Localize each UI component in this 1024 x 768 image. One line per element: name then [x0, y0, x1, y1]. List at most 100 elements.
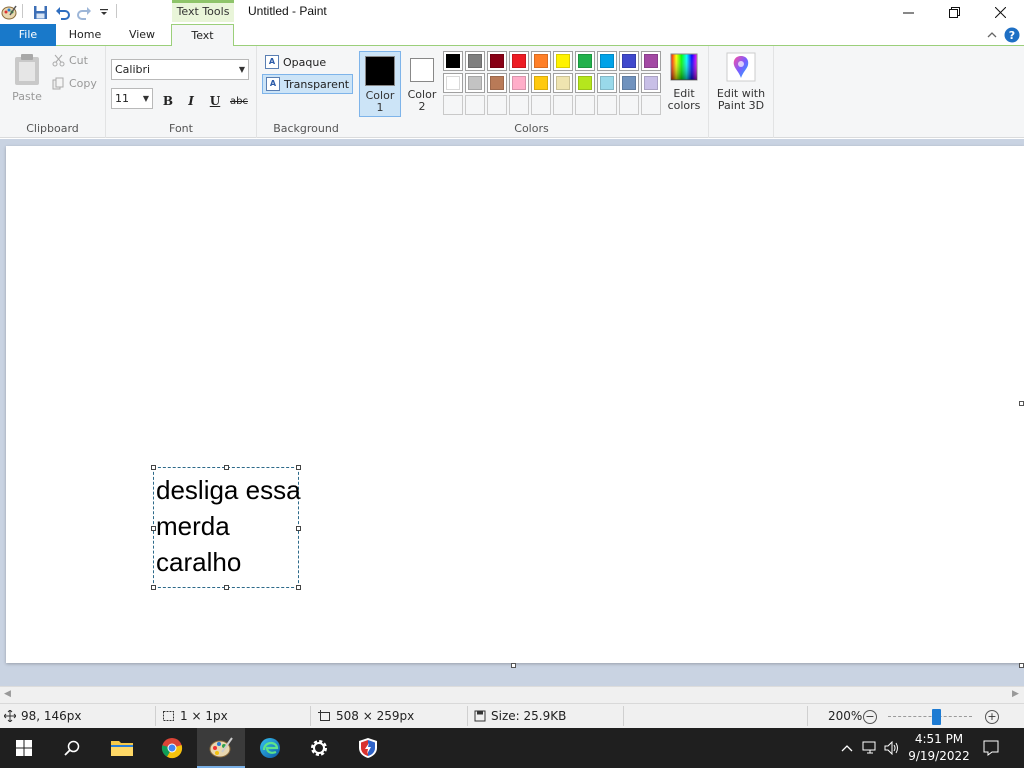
palette-swatch[interactable]	[553, 51, 573, 71]
tab-text[interactable]: Text	[171, 24, 234, 47]
taskbar-settings[interactable]	[295, 728, 343, 768]
minimize-button[interactable]	[885, 0, 931, 24]
canvas-resize-handle-corner[interactable]	[1019, 663, 1024, 668]
custom-color-slot[interactable]	[443, 95, 463, 115]
taskbar-file-explorer[interactable]	[98, 728, 146, 768]
palette-swatch[interactable]	[465, 51, 485, 71]
taskbar-paint[interactable]	[197, 728, 245, 768]
text-box-handle-top-right[interactable]	[296, 465, 301, 470]
custom-color-slot[interactable]	[641, 95, 661, 115]
horizontal-scrollbar[interactable]: ◀ ▶	[0, 686, 1024, 703]
text-box-handle-left[interactable]	[151, 526, 156, 531]
save-icon[interactable]	[31, 3, 49, 21]
palette-swatch-fill	[534, 76, 548, 90]
tab-file[interactable]: File	[0, 24, 56, 46]
copy-button[interactable]: Copy	[52, 77, 97, 90]
custom-color-slot[interactable]	[619, 95, 639, 115]
text-box[interactable]: desliga essa merda caralho	[151, 465, 301, 590]
selection-icon	[163, 711, 174, 721]
network-icon[interactable]	[862, 740, 878, 756]
palette-swatch[interactable]	[597, 73, 617, 93]
palette-swatch[interactable]	[443, 73, 463, 93]
notifications-icon[interactable]	[983, 740, 999, 756]
status-separator	[155, 706, 156, 726]
underline-button[interactable]: U	[205, 91, 225, 111]
text-box-handle-right[interactable]	[296, 526, 301, 531]
customize-qat-icon[interactable]	[95, 3, 113, 21]
paste-button[interactable]: Paste	[6, 52, 48, 103]
color2-button[interactable]: Color 2	[401, 51, 443, 117]
minimize-ribbon-icon[interactable]	[984, 27, 1000, 43]
custom-color-slot[interactable]	[597, 95, 617, 115]
canvas-resize-handle-bottom[interactable]	[511, 663, 516, 668]
help-icon[interactable]: ?	[1004, 27, 1020, 43]
zoom-slider-track[interactable]	[888, 716, 972, 717]
text-box-handle-bottom-right[interactable]	[296, 585, 301, 590]
opaque-option[interactable]: A Opaque	[262, 52, 329, 72]
file-size: Size: 25.9KB	[474, 709, 566, 723]
paint-app-icon[interactable]	[0, 3, 18, 21]
font-size-dropdown[interactable]: 11 ▼	[111, 88, 153, 109]
edit-with-paint3d-button[interactable]: Edit with Paint 3D	[713, 52, 769, 112]
palette-swatch[interactable]	[531, 51, 551, 71]
palette-swatch[interactable]	[443, 51, 463, 71]
bold-button[interactable]: B	[158, 91, 178, 111]
text-box-handle-bottom-left[interactable]	[151, 585, 156, 590]
restore-button[interactable]	[931, 0, 977, 24]
taskbar-security[interactable]	[344, 728, 392, 768]
search-button[interactable]	[48, 728, 96, 768]
zoom-slider-thumb[interactable]	[932, 709, 941, 725]
scroll-left-icon[interactable]: ◀	[4, 689, 11, 699]
custom-color-slot[interactable]	[465, 95, 485, 115]
show-hidden-icons-chevron-icon[interactable]	[839, 740, 855, 756]
canvas-resize-handle-right[interactable]	[1019, 401, 1024, 406]
palette-swatch[interactable]	[487, 73, 507, 93]
close-button[interactable]	[977, 0, 1023, 24]
palette-swatch[interactable]	[465, 73, 485, 93]
palette-swatch[interactable]	[553, 73, 573, 93]
text-box-content[interactable]: desliga essa merda caralho	[156, 472, 301, 580]
font-family-dropdown[interactable]: Calibri ▼	[111, 59, 249, 80]
palette-swatch[interactable]	[619, 51, 639, 71]
palette-swatch-fill	[622, 54, 636, 68]
palette-swatch[interactable]	[487, 51, 507, 71]
palette-swatch[interactable]	[619, 73, 639, 93]
custom-color-slot[interactable]	[531, 95, 551, 115]
custom-color-slot[interactable]	[509, 95, 529, 115]
strikethrough-button[interactable]: abc	[228, 91, 250, 111]
palette-swatch[interactable]	[509, 51, 529, 71]
color1-button[interactable]: Color 1	[359, 51, 401, 117]
scroll-right-icon[interactable]: ▶	[1012, 689, 1019, 699]
palette-swatch[interactable]	[531, 73, 551, 93]
zoom-in-button[interactable]: +	[985, 710, 999, 724]
tab-home[interactable]: Home	[58, 24, 112, 46]
custom-color-slot[interactable]	[575, 95, 595, 115]
redo-icon[interactable]	[75, 3, 93, 21]
zoom-out-button[interactable]: −	[863, 710, 877, 724]
volume-icon[interactable]	[884, 740, 900, 756]
palette-swatch[interactable]	[641, 51, 661, 71]
palette-swatch[interactable]	[575, 51, 595, 71]
text-box-handle-top-left[interactable]	[151, 465, 156, 470]
transparent-option[interactable]: A Transparent	[262, 74, 354, 94]
edit-colors-button[interactable]: Edit colors	[664, 52, 704, 112]
custom-color-slot[interactable]	[487, 95, 507, 115]
image-size-icon	[318, 710, 330, 721]
taskbar-chrome[interactable]	[148, 728, 196, 768]
undo-icon[interactable]	[53, 3, 71, 21]
palette-swatch[interactable]	[597, 51, 617, 71]
taskbar-clock[interactable]: 4:51 PM 9/19/2022	[905, 731, 973, 765]
palette-swatch[interactable]	[575, 73, 595, 93]
tab-view[interactable]: View	[116, 24, 168, 46]
status-separator	[807, 706, 808, 726]
palette-swatch[interactable]	[641, 73, 661, 93]
text-box-handle-bottom[interactable]	[224, 585, 229, 590]
palette-swatch[interactable]	[509, 73, 529, 93]
italic-button[interactable]: I	[181, 91, 201, 111]
taskbar-edge[interactable]	[246, 728, 294, 768]
palette-swatch-fill	[512, 76, 526, 90]
start-button[interactable]	[0, 728, 48, 768]
text-box-handle-top[interactable]	[224, 465, 229, 470]
cut-button[interactable]: Cut	[52, 54, 88, 67]
custom-color-slot[interactable]	[553, 95, 573, 115]
